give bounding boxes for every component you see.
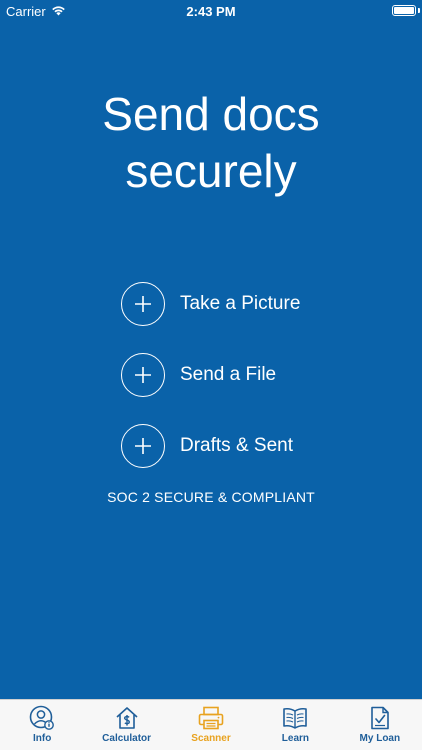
drafts-sent-label: Drafts & Sent (180, 435, 293, 456)
person-info-icon (28, 705, 56, 731)
plus-circle-icon (121, 282, 165, 326)
tab-scanner-label: Scanner (191, 733, 231, 744)
send-file-button[interactable]: Send a File (121, 351, 300, 399)
tab-info-label: Info (33, 733, 52, 744)
page-title: Send docs securely (0, 86, 422, 200)
scanner-icon (197, 705, 225, 731)
status-time: 2:43 PM (186, 4, 236, 19)
send-file-label: Send a File (180, 364, 277, 385)
tab-calculator[interactable]: Calculator (84, 700, 168, 750)
action-list: Take a Picture Send a File Drafts & Sent (121, 280, 300, 493)
page-title-line-1: Send docs (102, 88, 320, 140)
house-dollar-icon (113, 705, 141, 731)
take-picture-button[interactable]: Take a Picture (121, 280, 300, 328)
document-check-icon (366, 705, 394, 731)
tab-scanner[interactable]: Scanner (169, 700, 253, 750)
status-bar: Carrier 2:43 PM (0, 0, 422, 22)
tab-info[interactable]: Info (0, 700, 84, 750)
page-title-line-2: securely (125, 145, 297, 197)
tab-bar: Info Calculator Scanner Learn My Loan (0, 699, 422, 750)
plus-circle-icon (121, 353, 165, 397)
tab-my-loan[interactable]: My Loan (338, 700, 422, 750)
tab-learn-label: Learn (281, 733, 310, 744)
tab-my-loan-label: My Loan (359, 733, 401, 744)
take-picture-label: Take a Picture (180, 293, 301, 314)
tab-learn[interactable]: Learn (253, 700, 337, 750)
battery-tip (418, 8, 420, 13)
tab-calculator-label: Calculator (102, 733, 152, 744)
plus-circle-icon (121, 424, 165, 468)
drafts-sent-button[interactable]: Drafts & Sent (121, 422, 300, 470)
battery-icon (392, 5, 416, 16)
scanner-screen: Carrier 2:43 PM Send docs securely Take … (0, 0, 422, 750)
open-book-icon (281, 705, 309, 731)
compliance-note: SOC 2 SECURE & COMPLIANT (107, 489, 315, 505)
